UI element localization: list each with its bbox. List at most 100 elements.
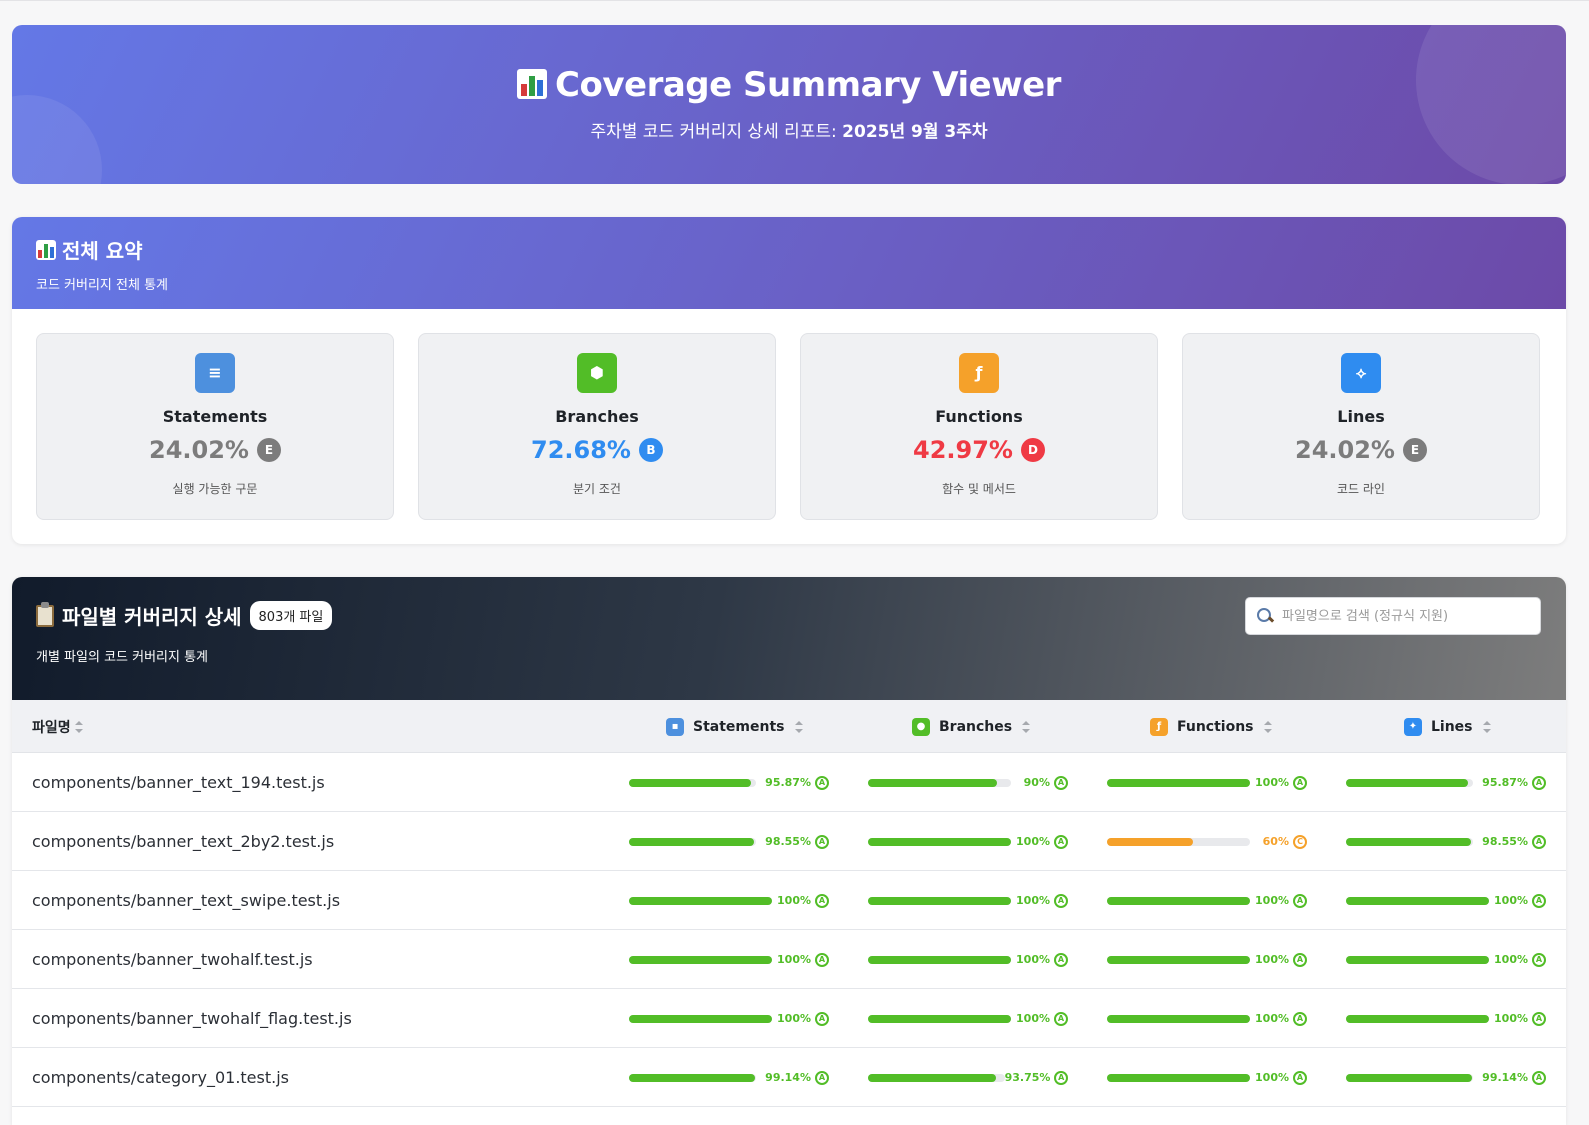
metric-description: 함수 및 메서드 (942, 482, 1016, 496)
metric-card-branches: ⬢ Branches 72.68% B 분기 조건 (418, 333, 776, 520)
page-title-text: Coverage Summary Viewer (555, 65, 1061, 105)
search-input[interactable] (1282, 608, 1532, 624)
lines-cell: 98.55% A (1346, 812, 1546, 871)
statements-cell: 100% A (629, 930, 829, 989)
grade-badge: A (1532, 775, 1546, 790)
coverage-bar-fill (629, 1014, 772, 1023)
grade-badge: A (1293, 775, 1307, 790)
coverage-percent: 100% (1016, 953, 1050, 966)
metric-value: 24.02% (1295, 436, 1395, 464)
sort-icon[interactable] (74, 720, 83, 733)
column-header-statements[interactable]: ▪ Statements (666, 700, 803, 753)
sort-icon[interactable] (1022, 720, 1031, 733)
coverage-bar-fill (1346, 955, 1489, 964)
file-coverage-card: 파일별 커버리지 상세 803개 파일 개별 파일의 코드 커버리지 통계 파일… (12, 577, 1566, 1125)
lines-cell: 95.87% A (1346, 753, 1546, 812)
column-header-functions[interactable]: ƒ Functions (1150, 700, 1272, 753)
coverage-bar (1107, 896, 1250, 905)
coverage-bar-fill (868, 955, 1011, 964)
coverage-percent: 100% (1255, 776, 1289, 789)
coverage-bar-fill (629, 778, 751, 787)
column-header-branches[interactable]: ● Branches (912, 700, 1031, 753)
lines-cell: 99.14% A (1346, 1048, 1546, 1107)
grade-badge: A (815, 1070, 829, 1085)
functions-cell: 100% A (1107, 871, 1307, 930)
page-subtitle: 주차별 코드 커버리지 상세 리포트: 2025년 9월 3주차 (12, 117, 1566, 142)
metric-description: 분기 조건 (573, 482, 621, 496)
file-name[interactable]: components/banner_text_194.test.js (32, 753, 325, 812)
branches-icon: ⬢ (577, 353, 617, 393)
grade-badge: A (815, 893, 829, 908)
functions-cell: 100% A (1107, 753, 1307, 812)
coverage-bar-fill (1346, 896, 1489, 905)
summary-header: 전체 요약 코드 커버리지 전체 통계 (12, 217, 1566, 309)
lines-cell: 100% A (1346, 989, 1546, 1048)
coverage-bar-fill (1346, 778, 1468, 787)
coverage-bar (868, 778, 1011, 787)
column-header-file[interactable]: 파일명 (32, 700, 83, 753)
coverage-bar-fill (868, 837, 1011, 846)
grade-badge: A (1054, 775, 1068, 790)
coverage-percent: 100% (1255, 953, 1289, 966)
functions-icon: ƒ (1150, 717, 1168, 736)
coverage-bar-fill (868, 896, 1011, 905)
coverage-percent: 100% (1255, 1012, 1289, 1025)
coverage-bar (629, 896, 772, 905)
coverage-bar-fill (1107, 778, 1250, 787)
sort-icon[interactable] (794, 720, 803, 733)
table-row[interactable]: components/category_01.test.js 99.14% A 93.… (12, 1048, 1566, 1107)
metric-name: Lines (1337, 407, 1385, 426)
coverage-percent: 100% (1016, 1012, 1050, 1025)
table-row[interactable]: components/banner_text_194.test.js 95.87%… (12, 753, 1566, 812)
coverage-bar (629, 1014, 772, 1023)
coverage-percent: 99.14% (765, 1071, 811, 1084)
grade-badge: A (1054, 893, 1068, 908)
metric-value: 24.02% (149, 436, 249, 464)
file-name[interactable]: components/banner_twohalf.test.js (32, 930, 313, 989)
coverage-bar-fill (1346, 837, 1472, 846)
coverage-bar (1346, 778, 1473, 787)
coverage-bar (1346, 837, 1473, 846)
subtitle-prefix: 주차별 코드 커버리지 상세 리포트: (590, 122, 843, 142)
metric-value-row: 72.68% B (419, 436, 775, 464)
coverage-bar (1107, 955, 1250, 964)
coverage-bar (1346, 955, 1489, 964)
metric-value: 72.68% (531, 436, 631, 464)
coverage-bar (1346, 1073, 1473, 1082)
grade-badge: A (1532, 834, 1546, 849)
column-label: Functions (1177, 718, 1254, 735)
column-header-lines[interactable]: ✦ Lines (1404, 700, 1491, 753)
grade-badge: A (1054, 952, 1068, 967)
coverage-percent: 100% (777, 894, 811, 907)
coverage-bar-fill (1107, 1073, 1250, 1082)
table-row[interactable]: components/banner_text_swipe.test.js 100%… (12, 871, 1566, 930)
column-label: 파일명 (32, 719, 71, 736)
sort-icon[interactable] (1482, 720, 1491, 733)
file-name[interactable]: components/banner_twohalf_flag.test.js (32, 989, 352, 1048)
file-name[interactable]: components/banner_text_swipe.test.js (32, 871, 340, 930)
grade-badge: A (1532, 952, 1546, 967)
file-name[interactable]: components/category_01.test.js (32, 1048, 289, 1107)
coverage-bar-fill (868, 1073, 997, 1082)
file-name[interactable]: components/banner_text_2by2.test.js (32, 812, 334, 871)
functions-cell: 100% A (1107, 1048, 1307, 1107)
lines-icon: ⟡ (1341, 353, 1381, 393)
coverage-percent: 98.55% (765, 835, 811, 848)
grade-badge: A (1293, 1070, 1307, 1085)
table-row[interactable]: components/banner_text_2by2.test.js 98.55… (12, 812, 1566, 871)
statements-cell: 99.14% A (629, 1048, 829, 1107)
coverage-bar-fill (1107, 955, 1250, 964)
table-header: 파일명 ▪ Statements ● Branches ƒ Functions … (12, 700, 1566, 753)
summary-title: 전체 요약 (36, 235, 1542, 264)
search-box[interactable] (1245, 597, 1541, 635)
metric-description: 실행 가능한 구문 (172, 482, 258, 496)
search-icon (1256, 607, 1274, 625)
branches-icon: ● (912, 717, 930, 736)
table-row[interactable]: components/banner_twohalf.test.js 100% A 10… (12, 930, 1566, 989)
table-row[interactable]: components/banner_twohalf_flag.test.js 10… (12, 989, 1566, 1048)
sort-icon[interactable] (1263, 720, 1272, 733)
grade-badge: D (1020, 438, 1045, 462)
coverage-bar (1107, 778, 1250, 787)
branches-cell: 93.75% A (868, 1048, 1068, 1107)
grade-badge: E (1402, 438, 1427, 462)
